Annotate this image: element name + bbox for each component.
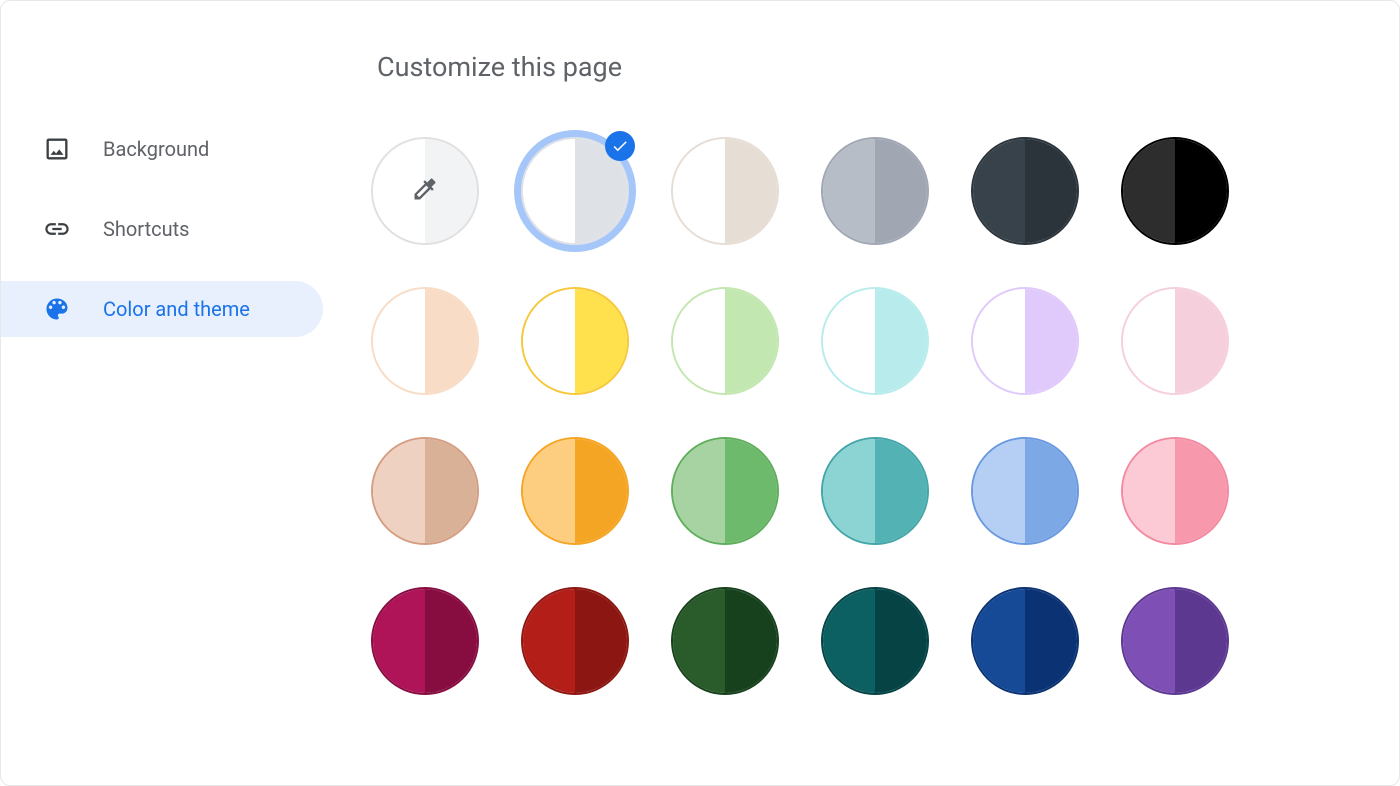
sidebar-item-background[interactable]: Background (1, 121, 323, 177)
swatch-left-half (373, 289, 425, 393)
sidebar-item-label: Shortcuts (103, 217, 189, 241)
swatch-right-half (1175, 139, 1227, 243)
swatch-right-half (425, 589, 477, 693)
swatch-left-half (823, 589, 875, 693)
color-swatch[interactable] (1121, 137, 1229, 245)
swatch-right-half (1175, 289, 1227, 393)
swatch-right-half (875, 139, 927, 243)
swatch-left-half (973, 439, 1025, 543)
color-swatch[interactable] (971, 137, 1079, 245)
sidebar-item-label: Background (103, 137, 209, 161)
swatch-left-half (523, 289, 575, 393)
color-swatch[interactable] (971, 287, 1079, 395)
color-swatch[interactable] (371, 587, 479, 695)
swatch-left-half (973, 289, 1025, 393)
swatch-right-half (725, 589, 777, 693)
swatch-left-half (673, 289, 725, 393)
swatch-right-half (875, 289, 927, 393)
swatch-right-half (1175, 589, 1227, 693)
swatch-left-half (523, 439, 575, 543)
swatch-left-half (973, 589, 1025, 693)
swatch-left-half (373, 439, 425, 543)
color-swatch[interactable] (821, 587, 929, 695)
swatch-left-half (1123, 589, 1175, 693)
sidebar-item-shortcuts[interactable]: Shortcuts (1, 201, 323, 257)
color-swatch[interactable] (521, 287, 629, 395)
swatch-left-half (1123, 439, 1175, 543)
color-picker-swatch[interactable] (371, 137, 479, 245)
swatch-right-half (1175, 439, 1227, 543)
color-swatch[interactable] (371, 437, 479, 545)
swatch-right-half (425, 289, 477, 393)
image-icon (43, 135, 71, 163)
swatch-left-half (373, 589, 425, 693)
swatch-left-half (1123, 139, 1175, 243)
customize-dialog: Background Shortcuts Color and theme Cus… (0, 0, 1400, 786)
swatch-right-half (1025, 589, 1077, 693)
swatch-left-half (823, 139, 875, 243)
swatch-left-half (1123, 289, 1175, 393)
color-swatch[interactable] (521, 437, 629, 545)
swatch-right-half (575, 289, 627, 393)
main-content: Customize this page (371, 1, 1399, 785)
swatch-right-half (575, 589, 627, 693)
color-swatch[interactable] (671, 437, 779, 545)
eyedropper-icon (411, 175, 439, 207)
swatch-left-half (673, 139, 725, 243)
swatch-right-half (875, 439, 927, 543)
color-swatch[interactable] (521, 137, 629, 245)
swatch-right-half (575, 439, 627, 543)
color-swatch[interactable] (371, 287, 479, 395)
swatch-left-half (673, 439, 725, 543)
link-icon (43, 215, 71, 243)
color-swatch[interactable] (671, 287, 779, 395)
sidebar: Background Shortcuts Color and theme (1, 1, 371, 785)
color-swatch[interactable] (671, 137, 779, 245)
swatch-left-half (523, 139, 575, 243)
sidebar-item-label: Color and theme (103, 297, 250, 321)
swatch-right-half (875, 589, 927, 693)
color-swatch[interactable] (521, 587, 629, 695)
swatch-left-half (973, 139, 1025, 243)
color-swatch[interactable] (971, 587, 1079, 695)
color-swatch[interactable] (671, 587, 779, 695)
swatch-right-half (1025, 289, 1077, 393)
swatch-right-half (1025, 139, 1077, 243)
color-swatch[interactable] (821, 137, 929, 245)
swatch-left-half (823, 439, 875, 543)
color-swatch[interactable] (1121, 287, 1229, 395)
swatch-right-half (725, 289, 777, 393)
color-swatch[interactable] (1121, 437, 1229, 545)
palette-icon (43, 295, 71, 323)
swatch-left-half (673, 589, 725, 693)
sidebar-item-color-theme[interactable]: Color and theme (1, 281, 323, 337)
swatch-right-half (425, 439, 477, 543)
color-grid (371, 137, 1399, 695)
page-title: Customize this page (377, 51, 1399, 83)
swatch-left-half (823, 289, 875, 393)
color-swatch[interactable] (971, 437, 1079, 545)
swatch-left-half (523, 589, 575, 693)
color-swatch[interactable] (821, 287, 929, 395)
swatch-right-half (1025, 439, 1077, 543)
swatch-right-half (725, 439, 777, 543)
check-icon (605, 131, 635, 161)
color-swatch[interactable] (1121, 587, 1229, 695)
color-swatch[interactable] (821, 437, 929, 545)
swatch-right-half (725, 139, 777, 243)
